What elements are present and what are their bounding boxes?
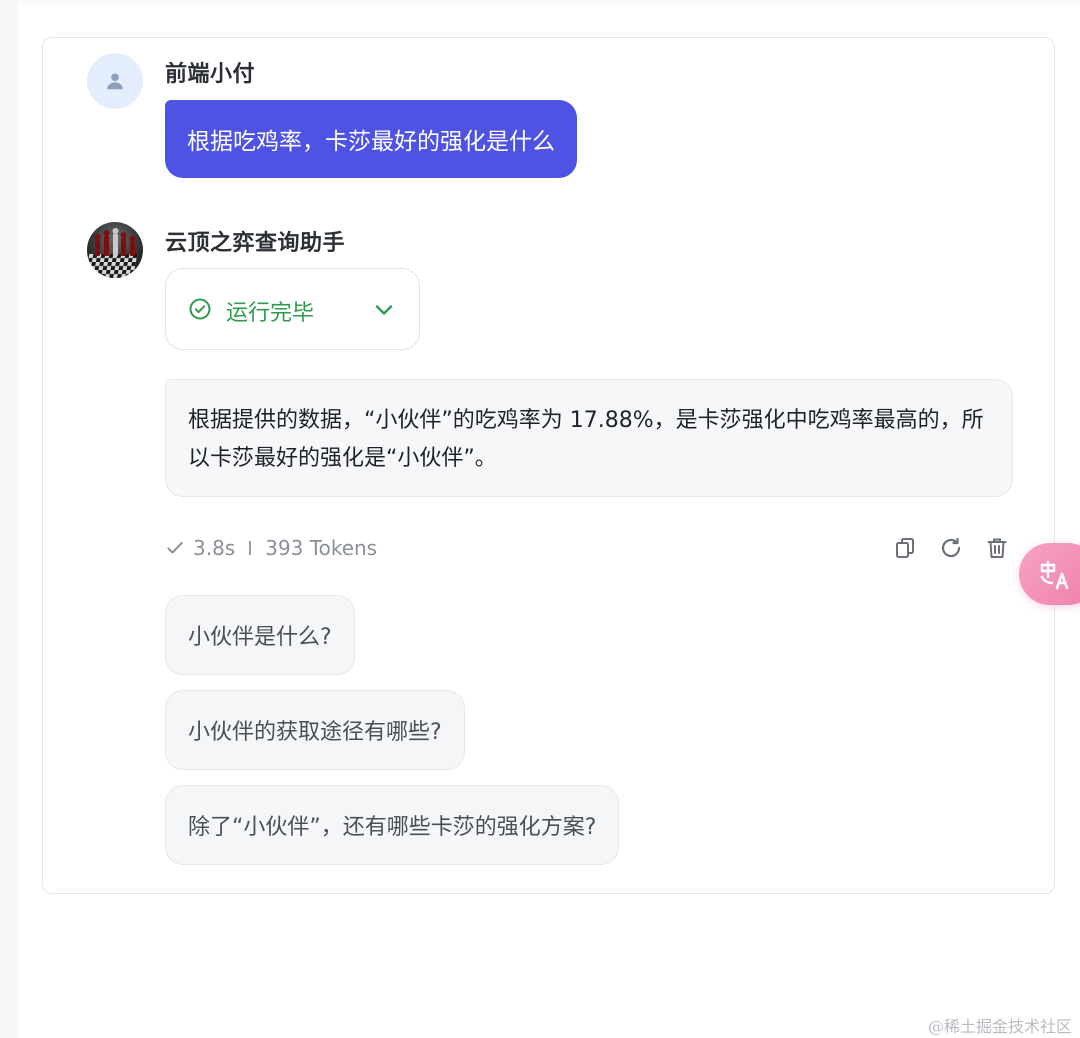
chess-pieces-avatar-image xyxy=(87,228,138,278)
translate-button[interactable] xyxy=(1019,543,1080,605)
check-circle-icon xyxy=(189,298,211,320)
watermark: @稀土掘金技术社区 xyxy=(927,1017,1072,1036)
check-icon xyxy=(167,542,183,554)
delete-icon[interactable] xyxy=(985,536,1009,560)
bot-avatar xyxy=(87,222,143,278)
suggested-question[interactable]: 小伙伴的获取途径有哪些? xyxy=(165,690,465,770)
token-count: 393 Tokens xyxy=(265,536,378,560)
run-status-text: 运行完毕 xyxy=(226,301,315,326)
meta-separator xyxy=(249,541,252,555)
copy-icon[interactable] xyxy=(893,536,917,560)
chat-panel: 前端小付 根据吃鸡率，卡莎最好的强化是什么 云顶之弈查询助手 运行完毕 根据提供… xyxy=(42,37,1055,894)
suggested-question[interactable]: 小伙伴是什么? xyxy=(165,595,355,675)
user-avatar xyxy=(87,53,143,109)
translate-icon xyxy=(1040,561,1069,590)
refresh-icon[interactable] xyxy=(939,536,963,560)
suggested-question[interactable]: 除了“小伙伴”，还有哪些卡莎的强化方案? xyxy=(165,785,620,865)
bot-answer-bubble: 根据提供的数据，“小伙伴”的吃鸡率为 17.88%，是卡莎强化中吃鸡率最高的，所… xyxy=(165,379,1013,497)
person-icon xyxy=(107,73,123,90)
answer-meta: 3.8s 393 Tokens xyxy=(165,534,377,562)
bot-name: 云顶之弈查询助手 xyxy=(165,231,346,256)
user-message-bubble: 根据吃鸡率，卡莎最好的强化是什么 xyxy=(165,100,577,178)
run-status-toggle[interactable]: 运行完毕 xyxy=(165,268,420,350)
user-name: 前端小付 xyxy=(165,62,256,87)
top-edge xyxy=(18,0,1080,6)
response-duration: 3.8s xyxy=(193,536,236,560)
chevron-down-icon[interactable] xyxy=(372,298,396,322)
left-sidebar-edge xyxy=(0,0,18,1038)
